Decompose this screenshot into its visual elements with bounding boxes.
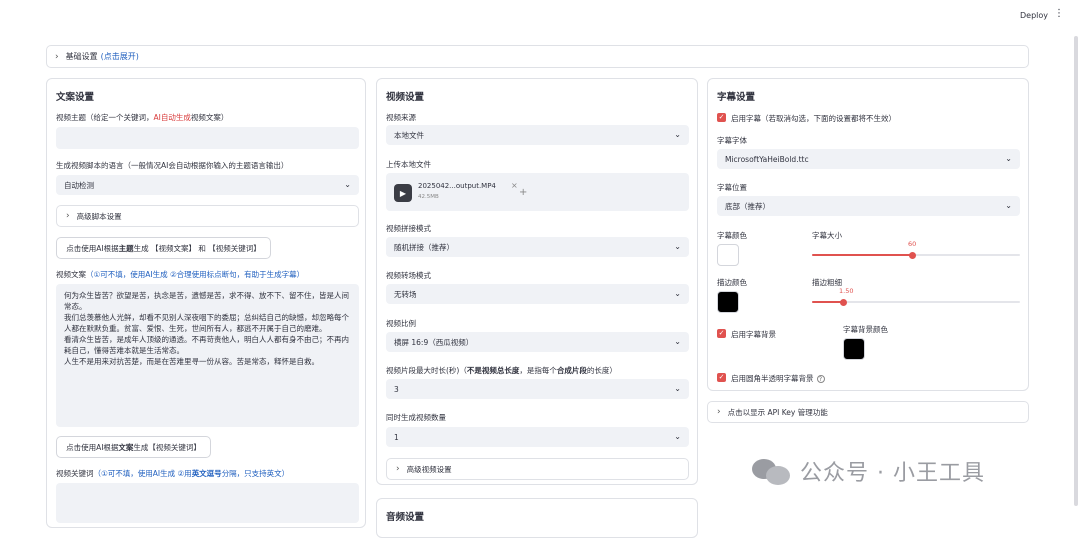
file-size: 42.5MB bbox=[418, 194, 439, 200]
font-label: 字幕字体 bbox=[717, 136, 747, 145]
wechat-watermark: 公众号 · 小王工具 bbox=[752, 455, 985, 487]
position-select[interactable]: 底部（推荐） ⌄ bbox=[717, 196, 1020, 216]
advanced-video-expander[interactable]: › 高级视频设置 bbox=[386, 458, 689, 480]
bg-color-picker[interactable] bbox=[843, 338, 865, 360]
language-select[interactable]: 自动检测 ⌄ bbox=[56, 175, 359, 195]
basic-settings-label: 基础设置 bbox=[65, 52, 98, 61]
video-settings-panel: 视频设置 视频来源 本地文件 ⌄ 上传本地文件 ▶ 2025042...outp… bbox=[376, 78, 698, 485]
stroke-slider-value: 1.50 bbox=[839, 287, 854, 295]
subtitle-panel-title: 字幕设置 bbox=[717, 92, 756, 103]
font-select[interactable]: MicrosoftYaHeiBold.ttc ⌄ bbox=[717, 149, 1020, 169]
color-label: 字幕颜色 bbox=[717, 231, 747, 240]
enable-bg-checkbox[interactable]: ✓ bbox=[717, 329, 726, 338]
aspect-label: 视频比例 bbox=[386, 319, 416, 328]
size-label: 字幕大小 bbox=[812, 231, 842, 240]
aspect-select[interactable]: 横屏 16:9（西瓜视频） ⌄ bbox=[386, 332, 689, 352]
source-select[interactable]: 本地文件 ⌄ bbox=[386, 125, 689, 145]
audio-settings-panel: 音频设置 bbox=[376, 498, 698, 538]
file-uploader[interactable]: ▶ 2025042...output.MP4 42.5MB × + bbox=[386, 173, 689, 211]
basic-settings-expander[interactable]: › 基础设置 (点击展开) bbox=[46, 45, 1029, 68]
chevron-down-icon: ⌄ bbox=[674, 289, 681, 299]
audio-panel-title: 音频设置 bbox=[386, 512, 425, 523]
size-slider-handle[interactable] bbox=[909, 251, 916, 259]
chevron-down-icon: ⌄ bbox=[1005, 201, 1012, 211]
chevron-down-icon: ⌄ bbox=[1005, 154, 1012, 164]
stroke-slider-fill bbox=[812, 301, 843, 303]
video-count-label: 同时生成视频数量 bbox=[386, 413, 446, 422]
keywords-input[interactable] bbox=[56, 483, 359, 523]
basic-settings-hint: (点击展开) bbox=[100, 52, 139, 61]
api-key-expander[interactable]: › 点击以显示 API Key 管理功能 bbox=[707, 401, 1029, 423]
chevron-right-icon: › bbox=[717, 407, 721, 417]
stroke-width-slider[interactable]: 1.50 bbox=[812, 287, 1020, 306]
size-slider-fill bbox=[812, 254, 912, 256]
chevron-down-icon: ⌄ bbox=[344, 180, 351, 190]
source-label: 视频来源 bbox=[386, 113, 416, 122]
concat-label: 视频拼接模式 bbox=[386, 224, 431, 233]
subtitle-settings-panel: 字幕设置 ✓ 启用字幕（若取消勾选，下面的设置都将不生效） 字幕字体 Micro… bbox=[707, 78, 1029, 391]
stroke-slider-handle[interactable] bbox=[840, 298, 847, 306]
enable-subtitle-label: 启用字幕（若取消勾选，下面的设置都将不生效） bbox=[731, 114, 896, 123]
advanced-script-expander[interactable]: › 高级脚本设置 bbox=[56, 205, 359, 227]
chevron-down-icon: ⌄ bbox=[674, 432, 681, 442]
script-textarea[interactable]: 何为众生皆苦？欲望是苦，执念是苦，遗憾是苦，求不得、放不下、留不住，皆是人间常态… bbox=[56, 284, 359, 427]
subject-input[interactable] bbox=[56, 127, 359, 149]
bg-color-label: 字幕背景颜色 bbox=[843, 325, 888, 334]
upload-label: 上传本地文件 bbox=[386, 160, 431, 169]
rounded-bg-checkbox[interactable]: ✓ bbox=[717, 373, 726, 382]
add-file-icon[interactable]: + bbox=[519, 187, 527, 198]
rounded-bg-label: 启用圆角半透明字幕背景? bbox=[731, 373, 825, 384]
chevron-right-icon: › bbox=[66, 211, 70, 221]
language-label: 生成视频脚本的语言（一般情况AI会自动根据你输入的主题语言输出） bbox=[56, 161, 289, 170]
chevron-down-icon: ⌄ bbox=[674, 130, 681, 140]
script-settings-panel: 文案设置 视频主题（给定一个关键词，AI自动生成视频文案） 生成视频脚本的语言（… bbox=[46, 78, 366, 528]
chevron-down-icon: ⌄ bbox=[674, 384, 681, 394]
position-label: 字幕位置 bbox=[717, 183, 747, 192]
top-bar: Deploy ⋮ bbox=[0, 0, 1080, 34]
main-menu-icon[interactable]: ⋮ bbox=[1054, 9, 1064, 19]
size-slider[interactable]: 60 bbox=[812, 240, 1020, 259]
remove-file-icon[interactable]: × bbox=[511, 181, 518, 190]
script-label: 视频文案（①可不填，使用AI生成 ②合理使用标点断句，有助于生成字幕） bbox=[56, 270, 305, 279]
video-panel-title: 视频设置 bbox=[386, 92, 425, 103]
size-slider-value: 60 bbox=[908, 240, 917, 248]
chevron-down-icon: ⌄ bbox=[674, 242, 681, 252]
stroke-color-label: 描边颜色 bbox=[717, 278, 747, 287]
script-panel-title: 文案设置 bbox=[56, 92, 95, 103]
page-scrollbar[interactable] bbox=[1074, 36, 1078, 506]
subject-label: 视频主题（给定一个关键词，AI自动生成视频文案） bbox=[56, 113, 229, 122]
generate-keywords-button[interactable]: 点击使用AI根据 文案 生成【视频关键词】 bbox=[56, 436, 211, 458]
keywords-label: 视频关键词（①可不填，使用AI生成 ②用英文逗号分隔，只支持英文） bbox=[56, 469, 290, 478]
video-file-icon: ▶ bbox=[394, 184, 412, 202]
chevron-down-icon: ⌄ bbox=[674, 337, 681, 347]
stroke-width-label: 描边粗细 bbox=[812, 278, 842, 287]
chevron-right-icon: › bbox=[396, 464, 400, 474]
concat-select[interactable]: 随机拼接（推荐） ⌄ bbox=[386, 237, 689, 257]
wechat-icon bbox=[752, 457, 790, 485]
enable-bg-label: 启用字幕背景 bbox=[731, 330, 776, 339]
clip-duration-label: 视频片段最大时长(秒)（不是视频总长度，是指每个合成片段的长度） bbox=[386, 366, 617, 375]
stroke-color-picker[interactable] bbox=[717, 291, 739, 313]
deploy-button[interactable]: Deploy bbox=[1020, 11, 1048, 20]
transition-label: 视频转场模式 bbox=[386, 271, 431, 280]
clip-duration-select[interactable]: 3 ⌄ bbox=[386, 379, 689, 399]
file-name: 2025042...output.MP4 bbox=[418, 182, 496, 190]
transition-select[interactable]: 无转场 ⌄ bbox=[386, 284, 689, 304]
enable-subtitle-checkbox[interactable]: ✓ bbox=[717, 113, 726, 122]
help-icon[interactable]: ? bbox=[816, 375, 825, 383]
generate-script-button[interactable]: 点击使用AI根据 主题 生成 【视频文案】 和 【视频关键词】 bbox=[56, 237, 271, 259]
font-color-picker[interactable] bbox=[717, 244, 739, 266]
chevron-right-icon: › bbox=[55, 51, 59, 62]
video-count-select[interactable]: 1 ⌄ bbox=[386, 427, 689, 447]
